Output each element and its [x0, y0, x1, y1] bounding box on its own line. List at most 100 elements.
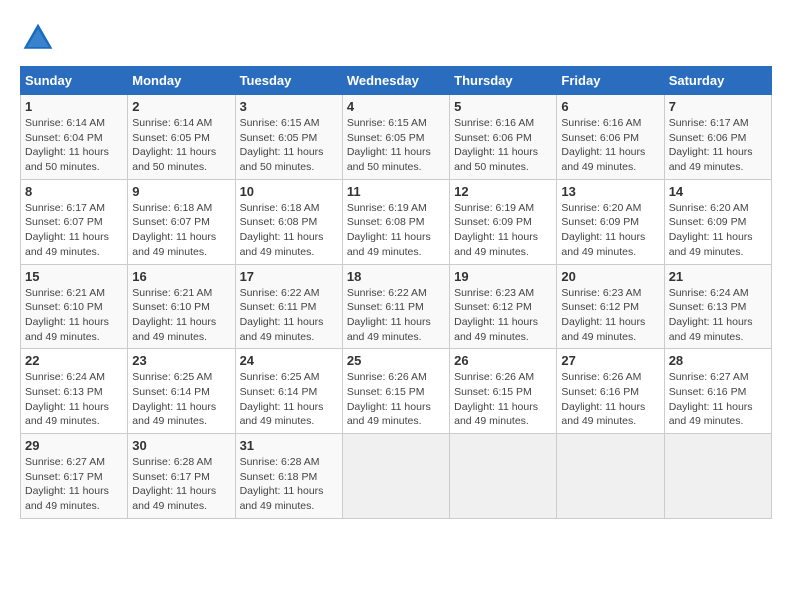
calendar-cell: 13 Sunrise: 6:20 AMSunset: 6:09 PMDayligh…: [557, 179, 664, 264]
calendar-cell: 5 Sunrise: 6:16 AMSunset: 6:06 PMDaylight…: [450, 95, 557, 180]
calendar-cell: 28 Sunrise: 6:27 AMSunset: 6:16 PMDayligh…: [664, 349, 771, 434]
day-number: 10: [240, 184, 338, 199]
calendar-table: SundayMondayTuesdayWednesdayThursdayFrid…: [20, 66, 772, 519]
day-detail: Sunrise: 6:17 AMSunset: 6:07 PMDaylight:…: [25, 201, 123, 260]
day-detail: Sunrise: 6:18 AMSunset: 6:07 PMDaylight:…: [132, 201, 230, 260]
day-number: 16: [132, 269, 230, 284]
day-detail: Sunrise: 6:28 AMSunset: 6:17 PMDaylight:…: [132, 455, 230, 514]
day-number: 4: [347, 99, 445, 114]
day-detail: Sunrise: 6:16 AMSunset: 6:06 PMDaylight:…: [454, 116, 552, 175]
day-number: 28: [669, 353, 767, 368]
day-number: 5: [454, 99, 552, 114]
calendar-cell: 9 Sunrise: 6:18 AMSunset: 6:07 PMDaylight…: [128, 179, 235, 264]
day-detail: Sunrise: 6:15 AMSunset: 6:05 PMDaylight:…: [347, 116, 445, 175]
calendar-cell: 18 Sunrise: 6:22 AMSunset: 6:11 PMDayligh…: [342, 264, 449, 349]
day-number: 26: [454, 353, 552, 368]
calendar-cell: 22 Sunrise: 6:24 AMSunset: 6:13 PMDayligh…: [21, 349, 128, 434]
calendar-cell: [450, 434, 557, 519]
day-number: 8: [25, 184, 123, 199]
day-number: 22: [25, 353, 123, 368]
day-detail: Sunrise: 6:23 AMSunset: 6:12 PMDaylight:…: [454, 286, 552, 345]
day-number: 13: [561, 184, 659, 199]
day-header-row: SundayMondayTuesdayWednesdayThursdayFrid…: [21, 67, 772, 95]
day-detail: Sunrise: 6:24 AMSunset: 6:13 PMDaylight:…: [669, 286, 767, 345]
day-number: 18: [347, 269, 445, 284]
day-detail: Sunrise: 6:26 AMSunset: 6:15 PMDaylight:…: [454, 370, 552, 429]
calendar-cell: 16 Sunrise: 6:21 AMSunset: 6:10 PMDayligh…: [128, 264, 235, 349]
week-row-1: 1 Sunrise: 6:14 AMSunset: 6:04 PMDaylight…: [21, 95, 772, 180]
day-detail: Sunrise: 6:21 AMSunset: 6:10 PMDaylight:…: [25, 286, 123, 345]
day-detail: Sunrise: 6:27 AMSunset: 6:16 PMDaylight:…: [669, 370, 767, 429]
calendar-cell: [342, 434, 449, 519]
header-friday: Friday: [557, 67, 664, 95]
day-number: 23: [132, 353, 230, 368]
header-wednesday: Wednesday: [342, 67, 449, 95]
day-detail: Sunrise: 6:20 AMSunset: 6:09 PMDaylight:…: [561, 201, 659, 260]
day-number: 9: [132, 184, 230, 199]
day-detail: Sunrise: 6:27 AMSunset: 6:17 PMDaylight:…: [25, 455, 123, 514]
calendar-cell: 12Sunrise: 6:19 AMSunset: 6:09 PMDayligh…: [450, 179, 557, 264]
day-detail: Sunrise: 6:20 AMSunset: 6:09 PMDaylight:…: [669, 201, 767, 260]
day-detail: Sunrise: 6:25 AMSunset: 6:14 PMDaylight:…: [240, 370, 338, 429]
calendar-cell: 14Sunrise: 6:20 AMSunset: 6:09 PMDayligh…: [664, 179, 771, 264]
calendar-cell: 24 Sunrise: 6:25 AMSunset: 6:14 PMDayligh…: [235, 349, 342, 434]
day-detail: Sunrise: 6:16 AMSunset: 6:06 PMDaylight:…: [561, 116, 659, 175]
week-row-4: 22 Sunrise: 6:24 AMSunset: 6:13 PMDayligh…: [21, 349, 772, 434]
day-detail: Sunrise: 6:23 AMSunset: 6:12 PMDaylight:…: [561, 286, 659, 345]
day-detail: Sunrise: 6:15 AMSunset: 6:05 PMDaylight:…: [240, 116, 338, 175]
day-detail: Sunrise: 6:26 AMSunset: 6:15 PMDaylight:…: [347, 370, 445, 429]
day-detail: Sunrise: 6:22 AMSunset: 6:11 PMDaylight:…: [347, 286, 445, 345]
calendar-cell: 20 Sunrise: 6:23 AMSunset: 6:12 PMDayligh…: [557, 264, 664, 349]
calendar-cell: 3 Sunrise: 6:15 AMSunset: 6:05 PMDaylight…: [235, 95, 342, 180]
day-number: 15: [25, 269, 123, 284]
header-thursday: Thursday: [450, 67, 557, 95]
day-number: 30: [132, 438, 230, 453]
day-detail: Sunrise: 6:14 AMSunset: 6:05 PMDaylight:…: [132, 116, 230, 175]
calendar-cell: 15 Sunrise: 6:21 AMSunset: 6:10 PMDayligh…: [21, 264, 128, 349]
calendar-cell: 29 Sunrise: 6:27 AMSunset: 6:17 PMDayligh…: [21, 434, 128, 519]
calendar-cell: 23 Sunrise: 6:25 AMSunset: 6:14 PMDayligh…: [128, 349, 235, 434]
day-number: 11: [347, 184, 445, 199]
day-number: 24: [240, 353, 338, 368]
week-row-2: 8 Sunrise: 6:17 AMSunset: 6:07 PMDaylight…: [21, 179, 772, 264]
day-number: 31: [240, 438, 338, 453]
day-number: 12: [454, 184, 552, 199]
day-number: 20: [561, 269, 659, 284]
day-detail: Sunrise: 6:26 AMSunset: 6:16 PMDaylight:…: [561, 370, 659, 429]
calendar-cell: 8 Sunrise: 6:17 AMSunset: 6:07 PMDaylight…: [21, 179, 128, 264]
calendar-cell: 11Sunrise: 6:19 AMSunset: 6:08 PMDayligh…: [342, 179, 449, 264]
calendar-cell: 30 Sunrise: 6:28 AMSunset: 6:17 PMDayligh…: [128, 434, 235, 519]
day-number: 25: [347, 353, 445, 368]
week-row-3: 15 Sunrise: 6:21 AMSunset: 6:10 PMDayligh…: [21, 264, 772, 349]
day-number: 1: [25, 99, 123, 114]
day-detail: Sunrise: 6:28 AMSunset: 6:18 PMDaylight:…: [240, 455, 338, 514]
day-number: 29: [25, 438, 123, 453]
day-number: 7: [669, 99, 767, 114]
calendar-cell: 21Sunrise: 6:24 AMSunset: 6:13 PMDayligh…: [664, 264, 771, 349]
header-sunday: Sunday: [21, 67, 128, 95]
calendar-cell: 4 Sunrise: 6:15 AMSunset: 6:05 PMDaylight…: [342, 95, 449, 180]
logo-icon: [20, 20, 56, 56]
day-number: 17: [240, 269, 338, 284]
day-detail: Sunrise: 6:21 AMSunset: 6:10 PMDaylight:…: [132, 286, 230, 345]
calendar-cell: 27Sunrise: 6:26 AMSunset: 6:16 PMDayligh…: [557, 349, 664, 434]
day-number: 3: [240, 99, 338, 114]
calendar-cell: 6Sunrise: 6:16 AMSunset: 6:06 PMDaylight…: [557, 95, 664, 180]
calendar-cell: 17Sunrise: 6:22 AMSunset: 6:11 PMDayligh…: [235, 264, 342, 349]
calendar-cell: 7Sunrise: 6:17 AMSunset: 6:06 PMDaylight…: [664, 95, 771, 180]
day-number: 19: [454, 269, 552, 284]
day-detail: Sunrise: 6:24 AMSunset: 6:13 PMDaylight:…: [25, 370, 123, 429]
header-tuesday: Tuesday: [235, 67, 342, 95]
header-monday: Monday: [128, 67, 235, 95]
calendar-cell: [664, 434, 771, 519]
day-detail: Sunrise: 6:25 AMSunset: 6:14 PMDaylight:…: [132, 370, 230, 429]
logo: [20, 20, 62, 56]
day-detail: Sunrise: 6:14 AMSunset: 6:04 PMDaylight:…: [25, 116, 123, 175]
week-row-5: 29 Sunrise: 6:27 AMSunset: 6:17 PMDayligh…: [21, 434, 772, 519]
header-saturday: Saturday: [664, 67, 771, 95]
day-detail: Sunrise: 6:18 AMSunset: 6:08 PMDaylight:…: [240, 201, 338, 260]
day-number: 2: [132, 99, 230, 114]
calendar-cell: 25 Sunrise: 6:26 AMSunset: 6:15 PMDayligh…: [342, 349, 449, 434]
page-header: [20, 20, 772, 56]
calendar-cell: 10 Sunrise: 6:18 AMSunset: 6:08 PMDayligh…: [235, 179, 342, 264]
